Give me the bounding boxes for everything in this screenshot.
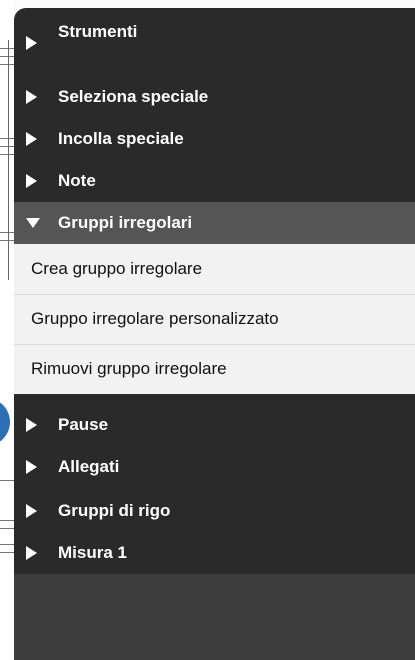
section-label: Allegati — [58, 457, 120, 476]
staff-line — [0, 56, 14, 57]
section-label: Strumenti — [58, 22, 138, 41]
triangle-right-icon — [26, 174, 37, 188]
panel-header-strumenti[interactable]: Strumenti — [14, 8, 415, 76]
staff-line — [0, 138, 14, 139]
menu-item-label: Crea gruppo irregolare — [31, 259, 203, 278]
section-label: Gruppi di rigo — [58, 501, 171, 520]
triangle-right-icon — [26, 504, 37, 518]
staff-line — [0, 528, 14, 529]
score-background — [0, 0, 14, 660]
menu-item-crea-gruppo-irregolare[interactable]: Crea gruppo irregolare — [14, 244, 415, 295]
staff-line — [0, 146, 14, 147]
menu-item-gruppo-irregolare-personalizzato[interactable]: Gruppo irregolare personalizzato — [14, 294, 415, 345]
barline — [8, 40, 9, 280]
section-label: Pause — [58, 415, 109, 434]
section-label: Note — [58, 171, 96, 190]
triangle-right-icon — [26, 546, 37, 560]
section-misura-1[interactable]: Misura 1 — [14, 532, 415, 574]
menu-item-label: Rimuovi gruppo irregolare — [31, 359, 227, 378]
submenu-gruppi-irregolari: Crea gruppo irregolare Gruppo irregolare… — [14, 244, 415, 394]
triangle-right-icon — [26, 90, 37, 104]
staff-line — [0, 154, 14, 155]
triangle-right-icon — [26, 460, 37, 474]
staff-line — [0, 240, 14, 241]
section-label: Incolla speciale — [58, 129, 184, 148]
section-gruppi-di-rigo[interactable]: Gruppi di rigo — [14, 490, 415, 532]
section-seleziona-speciale[interactable]: Seleziona speciale — [14, 76, 415, 118]
section-label: Misura 1 — [58, 543, 127, 562]
menu-item-rimuovi-gruppo-irregolare[interactable]: Rimuovi gruppo irregolare — [14, 344, 415, 394]
triangle-right-icon — [26, 418, 37, 432]
triangle-right-icon — [26, 36, 37, 50]
staff-line — [0, 552, 14, 553]
staff-line — [0, 64, 14, 65]
staff-line — [0, 480, 14, 481]
staff-line — [0, 520, 14, 521]
staff-line — [0, 544, 14, 545]
section-gruppi-irregolari[interactable]: Gruppi irregolari — [14, 202, 415, 244]
staff-line — [0, 48, 14, 49]
panel-footer — [14, 574, 415, 660]
properties-panel: Strumenti Seleziona speciale Incolla spe… — [14, 8, 415, 660]
section-note[interactable]: Note — [14, 160, 415, 202]
staff-line — [0, 232, 14, 233]
section-allegati[interactable]: Allegati — [14, 446, 415, 488]
section-label: Gruppi irregolari — [58, 213, 193, 232]
section-incolla-speciale[interactable]: Incolla speciale — [14, 118, 415, 160]
section-label: Seleziona speciale — [58, 87, 209, 106]
triangle-down-icon — [26, 218, 40, 228]
menu-item-label: Gruppo irregolare personalizzato — [31, 309, 279, 328]
section-pause[interactable]: Pause — [14, 404, 415, 446]
triangle-right-icon — [26, 132, 37, 146]
playback-marker — [0, 398, 10, 446]
